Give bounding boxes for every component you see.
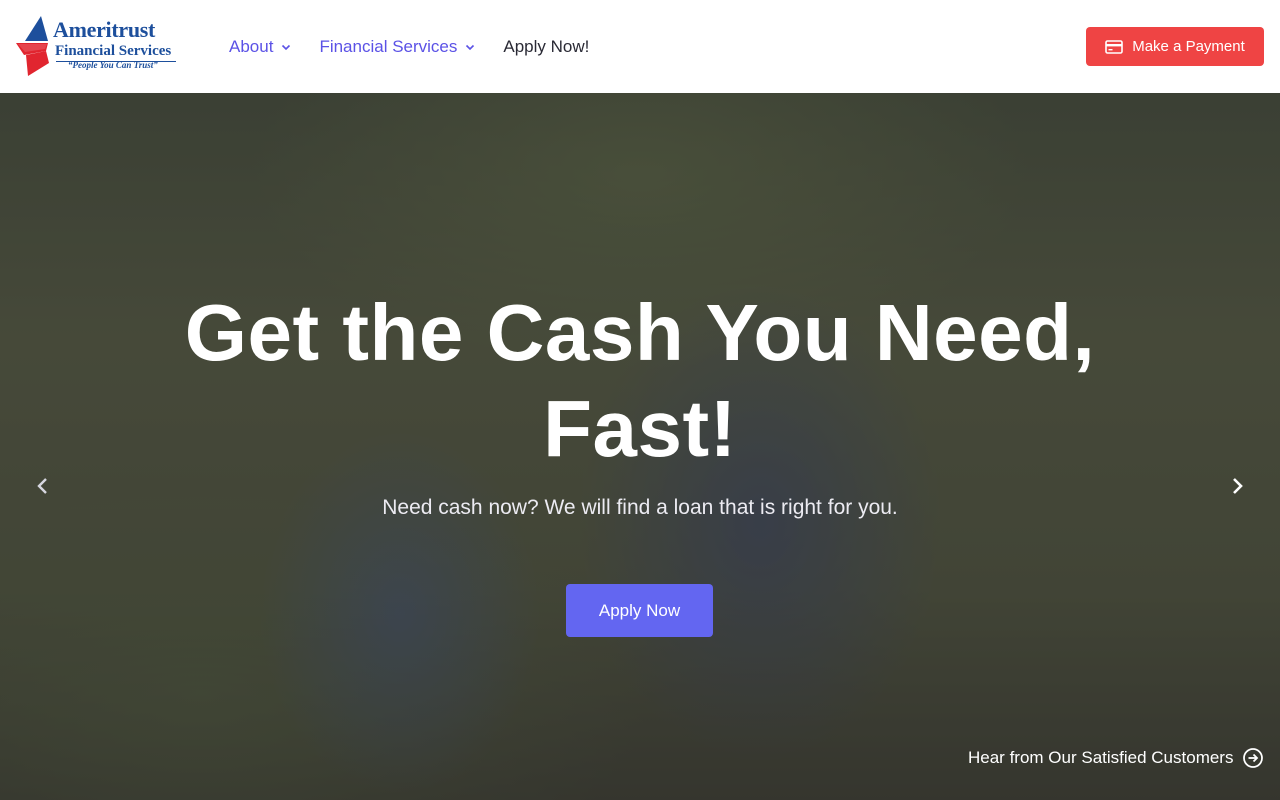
nav-item-label: Apply Now! [503,37,590,56]
chevron-left-icon[interactable] [31,473,55,499]
site-logo[interactable]: Ameritrust Financial Services “People Yo… [16,15,178,77]
chevron-down-icon [466,44,475,51]
nav-item-about[interactable]: About [229,37,291,57]
testimonials-link-label: Hear from Our Satisfied Customers [968,748,1234,767]
nav-item-apply-now[interactable]: Apply Now! [503,37,589,57]
arrow-right-circle-icon [1243,748,1264,768]
hero-subtitle: Need cash now? We will find a loan that … [382,496,898,519]
apply-now-button[interactable]: Apply Now [566,584,713,637]
hero-title: Get the Cash You Need, Fast! [184,288,1096,473]
make-payment-button[interactable]: Make a Payment [1086,27,1264,66]
star-logo-icon [16,16,49,76]
logo-name-line2: Financial Services [55,43,172,59]
credit-card-icon [1105,39,1124,54]
logo-tagline: “People You Can Trust” [68,60,158,70]
chevron-right-icon[interactable] [1225,473,1249,499]
testimonials-link[interactable]: Hear from Our Satisfied Customers [968,746,1264,770]
hero-banner: Get the Cash You Need, Fast! Need cash n… [0,93,1280,800]
nav-item-financial-services[interactable]: Financial Services [319,37,475,57]
nav-item-label: About [229,37,274,56]
logo-name-line1: Ameritrust [53,17,156,42]
nav-item-label: Financial Services [319,37,458,56]
make-payment-label: Make a Payment [1132,38,1245,55]
main-nav: About Financial Services Apply Now! [229,35,617,59]
site-header: Ameritrust Financial Services “People Yo… [0,0,1280,93]
chevron-down-icon [282,44,291,51]
apply-now-label: Apply Now [598,600,681,620]
